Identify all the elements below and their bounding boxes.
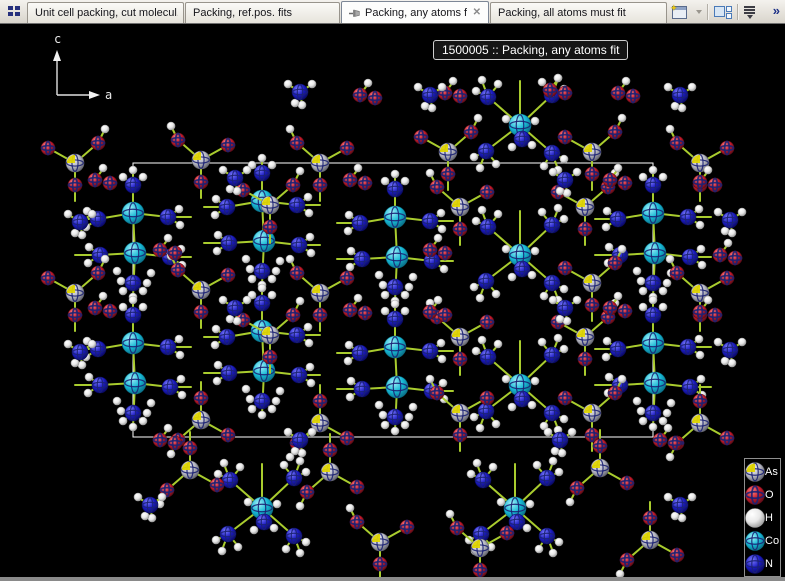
structure-viewport[interactable]: ca bbox=[0, 24, 785, 577]
close-icon[interactable]: ✕ bbox=[471, 7, 483, 19]
svg-text:c: c bbox=[54, 32, 61, 46]
atom-color-legend: As O H Co N bbox=[744, 458, 781, 577]
tooltip: 1500005 :: Packing, any atoms fit bbox=[433, 40, 628, 60]
overflow-chevron-button[interactable]: » bbox=[773, 3, 779, 18]
legend-label: Co bbox=[765, 535, 779, 547]
tile-windows-button[interactable] bbox=[712, 3, 734, 21]
tab-packing-any-atoms-fit[interactable]: Packing, any atoms fit ✕ bbox=[341, 1, 489, 23]
o-atom-icon bbox=[745, 484, 767, 506]
legend-item-as: As bbox=[745, 461, 780, 483]
tab-label: Unit cell packing, cut molecul... bbox=[35, 7, 178, 19]
grid-icon bbox=[8, 6, 20, 17]
legend-label: O bbox=[765, 489, 774, 501]
svg-text:a: a bbox=[105, 88, 112, 102]
legend-item-co: Co bbox=[745, 530, 780, 552]
window-list-button[interactable] bbox=[742, 3, 757, 21]
legend-item-o: O bbox=[745, 484, 780, 506]
tab-packing-all-atoms-must-fit[interactable]: Packing, all atoms must fit bbox=[490, 2, 667, 23]
window-list-icon bbox=[744, 6, 755, 19]
co-atom-icon bbox=[745, 530, 767, 552]
legend-item-h: H bbox=[745, 507, 780, 529]
legend-label: N bbox=[765, 558, 773, 570]
tab-packing-refpos-fits[interactable]: Packing, ref.pos. fits bbox=[185, 2, 340, 23]
legend-label: As bbox=[765, 466, 778, 478]
tab-label: Packing, any atoms fit bbox=[365, 7, 467, 19]
tab-bar: Unit cell packing, cut molecul... Packin… bbox=[0, 0, 785, 24]
tabbar-toolbar: ✦ bbox=[670, 2, 757, 22]
legend-item-n: N bbox=[745, 553, 780, 575]
h-atom-icon bbox=[745, 507, 767, 529]
tab-unit-cell-packing[interactable]: Unit cell packing, cut molecul... bbox=[27, 2, 184, 23]
toolbar-separator bbox=[707, 4, 709, 20]
new-view-dropdown-button[interactable] bbox=[692, 3, 704, 21]
toolbar-separator bbox=[737, 4, 739, 20]
tab-label: Packing, all atoms must fit bbox=[498, 7, 626, 19]
new-view-button[interactable]: ✦ bbox=[670, 3, 689, 21]
tab-label: Packing, ref.pos. fits bbox=[193, 7, 292, 19]
window-grid-button[interactable] bbox=[0, 0, 27, 23]
as-atom-icon bbox=[745, 461, 767, 483]
legend-label: H bbox=[765, 512, 773, 524]
n-atom-icon bbox=[745, 553, 767, 575]
viewport-bottom-strip bbox=[0, 577, 785, 581]
pin-icon bbox=[349, 7, 361, 19]
tile-windows-icon bbox=[714, 6, 732, 19]
new-window-icon: ✦ bbox=[672, 6, 687, 19]
chevron-down-icon bbox=[696, 10, 702, 14]
